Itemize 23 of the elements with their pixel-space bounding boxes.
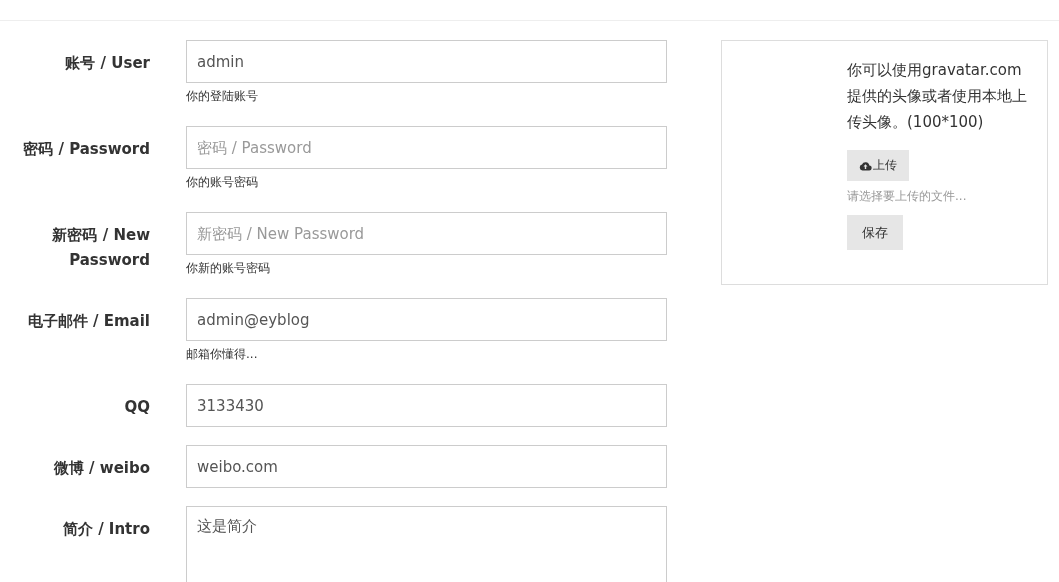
- field-label: 密码 / Password: [22, 139, 150, 160]
- help-text: 你的登陆账号: [186, 88, 259, 105]
- field-label: 微博 / weibo: [52, 458, 150, 479]
- input-field[interactable]: 新密码 / New Password: [186, 212, 667, 255]
- field-label: QQ: [123, 397, 150, 418]
- field-label: 账号 / User: [64, 53, 150, 74]
- input-field[interactable]: 3133430: [186, 384, 667, 427]
- input-field[interactable]: weibo.com: [186, 445, 667, 488]
- input-field[interactable]: 密码 / Password: [186, 126, 667, 169]
- avatar-description: 你可以使用gravatar.com提供的头像或者使用本地上传头像。(100*100): [847, 60, 1027, 133]
- help-text: 你新的账号密码: [186, 260, 271, 277]
- file-hint: 请选择要上传的文件...: [847, 188, 968, 205]
- save-button[interactable]: 保存: [847, 215, 903, 250]
- help-text: 邮箱你懂得...: [186, 346, 259, 363]
- field-label: 新密码 / New Password: [51, 225, 150, 271]
- field-label: 电子邮件 / Email: [26, 311, 150, 332]
- cloud-upload-icon: [859, 160, 872, 171]
- input-field[interactable]: admin@eyblog: [186, 298, 667, 341]
- help-text: 你的账号密码: [186, 174, 259, 191]
- intro-textarea[interactable]: 这是简介: [186, 506, 667, 582]
- field-label: 简介 / Intro: [61, 519, 150, 540]
- upload-button[interactable]: 上传: [847, 150, 909, 181]
- input-field[interactable]: admin: [186, 40, 667, 83]
